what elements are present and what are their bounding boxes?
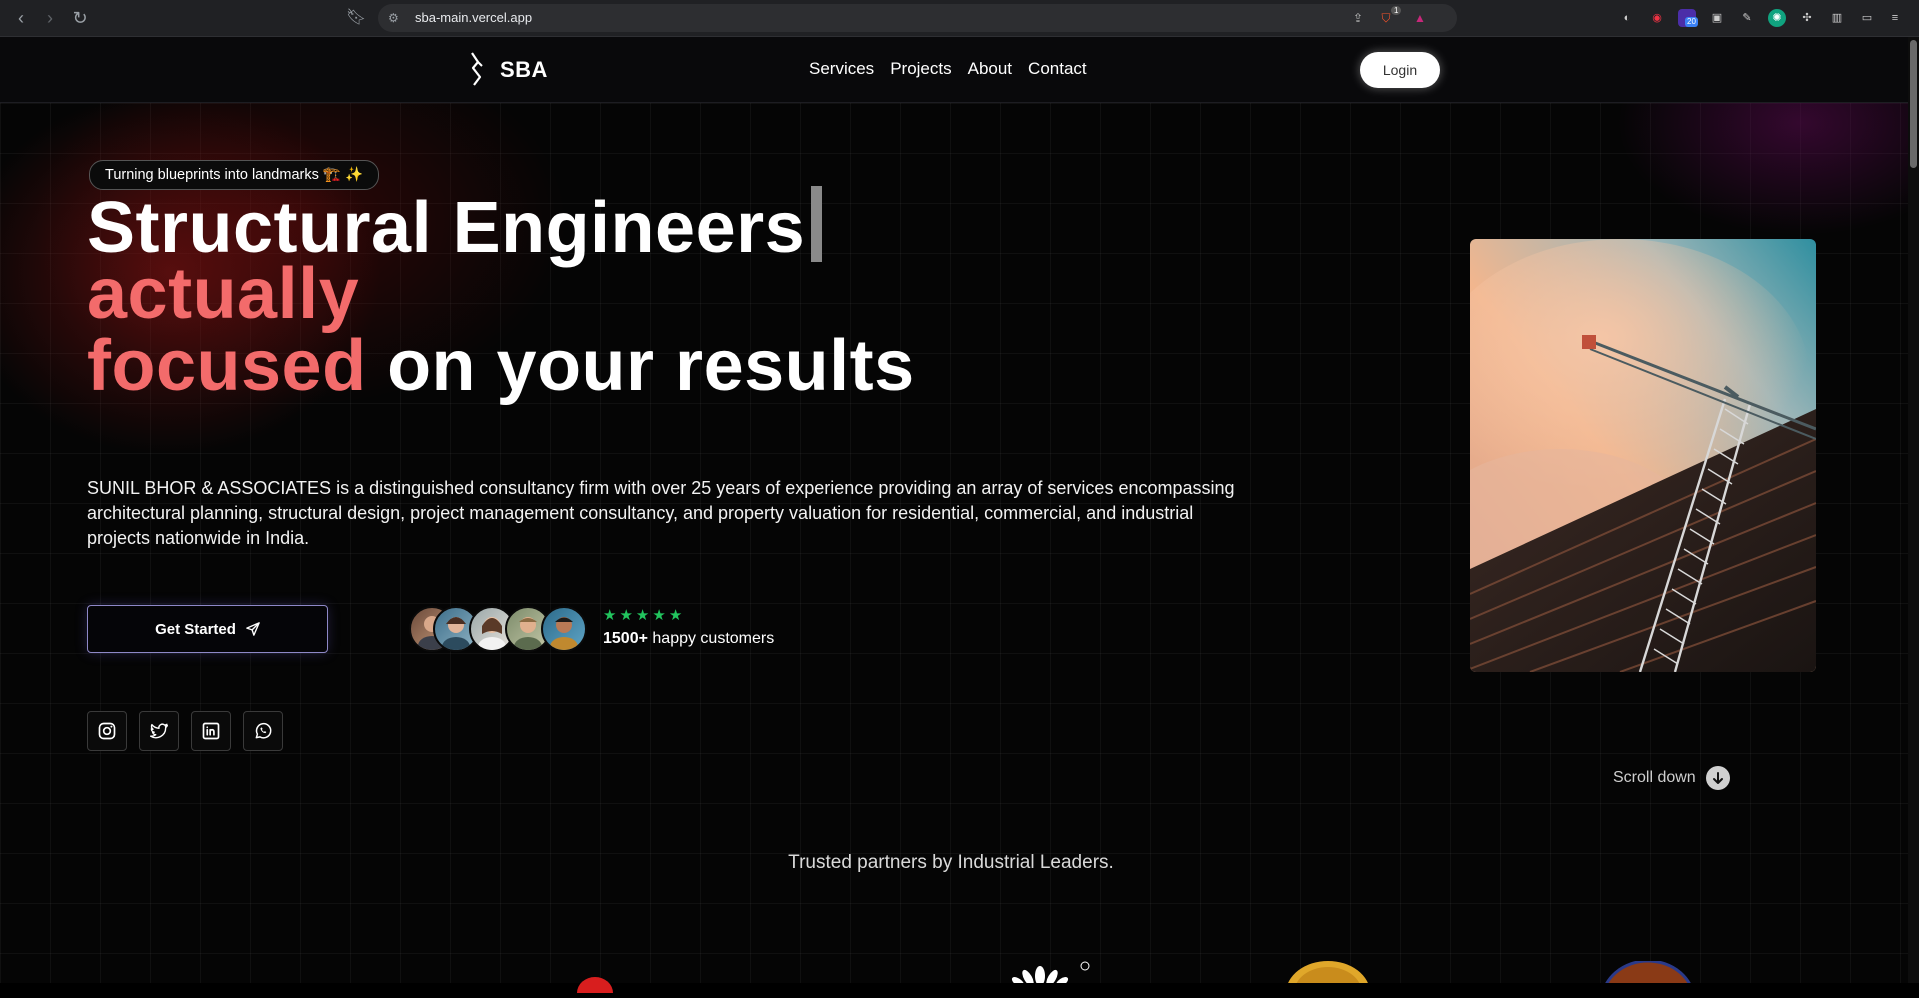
customers-label: happy customers: [652, 630, 775, 647]
arrow-down-icon: [1705, 766, 1730, 790]
url-text[interactable]: sba-main.vercel.app: [415, 4, 532, 32]
logo-text: SBA: [500, 57, 548, 82]
get-started-button[interactable]: Get Started: [87, 605, 328, 653]
instagram-icon: [98, 722, 116, 740]
share-icon[interactable]: ⇪: [1350, 10, 1366, 26]
get-started-label: Get Started: [155, 620, 236, 638]
partner-logo-3: [1283, 959, 1373, 998]
customers-count: 1500+: [603, 630, 648, 647]
hero-section: Turning blueprints into landmarks 🏗️ ✨ S…: [0, 103, 1908, 998]
sidebar-icon[interactable]: ▥: [1828, 9, 1846, 27]
extension-chatgpt-icon[interactable]: ✺: [1768, 9, 1786, 27]
headline-line-2: actually: [87, 254, 360, 334]
headline-line-3-accent: focused: [87, 326, 367, 406]
extension-image-icon[interactable]: ▣: [1708, 9, 1726, 27]
login-button[interactable]: Login: [1360, 52, 1440, 88]
typing-cursor: [811, 186, 823, 262]
linkedin-icon: [202, 722, 220, 740]
nav-about[interactable]: About: [968, 59, 1012, 79]
nav-services[interactable]: Services: [809, 59, 874, 79]
scrollbar-thumb[interactable]: [1910, 40, 1917, 168]
rating-stars: ★ ★ ★ ★ ★: [603, 608, 682, 623]
instagram-link[interactable]: [87, 711, 127, 751]
brave-rewards-icon[interactable]: ▲: [1412, 10, 1428, 26]
forward-icon[interactable]: ›: [38, 6, 62, 30]
extensions-puzzle-icon[interactable]: ✣: [1798, 9, 1816, 27]
page-scrollbar[interactable]: [1908, 37, 1919, 983]
partner-logo-1: [575, 973, 615, 998]
star-icon: ★: [603, 607, 617, 624]
headline-line-3: on your results: [387, 326, 915, 406]
nav-projects[interactable]: Projects: [890, 59, 951, 79]
main-nav: Services Projects About Contact: [809, 59, 1087, 79]
send-icon: [246, 622, 260, 636]
back-icon[interactable]: ‹: [9, 6, 33, 30]
logo-mark-icon: [471, 52, 483, 86]
avatar: [541, 606, 587, 652]
happy-customers: 1500+ happy customers: [603, 630, 774, 648]
star-icon: ★: [635, 607, 650, 624]
extension-record-icon[interactable]: ◉: [1648, 9, 1666, 27]
hero-headline: Structural Engineers actually focused on…: [87, 186, 915, 402]
site-settings-icon[interactable]: ⚙: [388, 10, 404, 26]
star-icon: ★: [652, 607, 666, 624]
partners-heading: Trusted partners by Industrial Leaders.: [788, 852, 1114, 873]
wallet-icon[interactable]: ▭: [1858, 9, 1876, 27]
hero-description: SUNIL BHOR & ASSOCIATES is a distinguish…: [87, 478, 1235, 548]
address-bar[interactable]: ⚙ sba-main.vercel.app ⇪ ⛉ 1 ▲: [378, 4, 1457, 32]
twitter-link[interactable]: [139, 711, 179, 751]
extension-count-badge: 20: [1685, 17, 1698, 27]
extension-picker-icon[interactable]: ✎: [1738, 9, 1756, 27]
star-icon: ★: [668, 607, 683, 624]
whatsapp-icon: [255, 722, 272, 739]
brave-shield-badge: 1: [1391, 6, 1402, 15]
menu-icon[interactable]: ≡: [1886, 9, 1904, 27]
scroll-down-label: Scroll down: [1613, 769, 1696, 786]
scroll-down-link[interactable]: Scroll down: [1613, 766, 1730, 790]
whatsapp-link[interactable]: [243, 711, 283, 751]
twitter-icon: [149, 723, 169, 739]
hero-crane-image: [1470, 239, 1816, 672]
browser-toolbar: ‹ › ↻ 🔖︎ ⚙ sba-main.vercel.app ⇪ ⛉ 1 ▲ ◐…: [0, 0, 1919, 37]
social-links: [87, 711, 283, 751]
extension-glasses-icon[interactable]: ◐: [1618, 9, 1636, 27]
star-icon: ★: [619, 607, 633, 624]
linkedin-link[interactable]: [191, 711, 231, 751]
extension-badge-icon[interactable]: 20: [1678, 9, 1698, 27]
reload-icon[interactable]: ↻: [68, 6, 92, 30]
bookmark-icon[interactable]: 🔖︎: [344, 6, 368, 30]
partner-logo-2: [990, 958, 1090, 988]
site-header: SBA Services Projects About Contact Logi…: [0, 37, 1908, 103]
partner-logo-4: [1600, 959, 1696, 998]
nav-contact[interactable]: Contact: [1028, 59, 1087, 79]
